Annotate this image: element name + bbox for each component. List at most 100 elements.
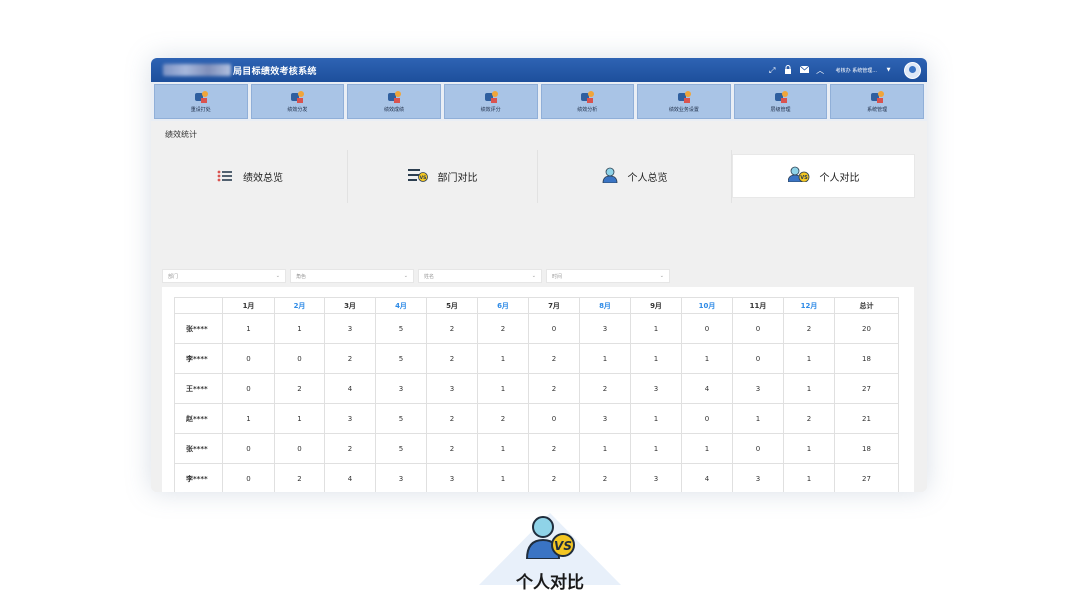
menu-item-scoring[interactable]: 绩效评分 <box>443 84 538 119</box>
mail-icon[interactable] <box>799 65 809 75</box>
tab-department-compare[interactable]: VS 部门对比 <box>348 150 538 203</box>
menu-item-label: 绩效分发 <box>287 106 308 113</box>
column-header: 11月 <box>732 297 784 314</box>
table-body: 张**** 1 1 3 5 2 2 0 3 1 0 0 2 20 李**** 0 0 2 5 2 1 2 1 1 1 0 1 18 王*… <box>174 313 899 492</box>
table-cell: 2 <box>528 343 580 374</box>
table-cell: 4 <box>681 463 733 492</box>
tab-label: 个人总览 <box>627 173 668 184</box>
person-name-cell: 王**** <box>174 373 223 404</box>
tab-personal-compare[interactable]: VS 个人对比 <box>732 154 915 198</box>
table-cell: 4 <box>324 373 376 404</box>
table-cell: 2 <box>324 343 376 374</box>
menu-item-label: 系统管理 <box>867 106 888 113</box>
caret-down-icon[interactable]: ▼ <box>884 66 893 75</box>
table-cell: 4 <box>324 463 376 492</box>
column-header: 6月 <box>477 297 529 314</box>
feature-caption: VS 个人对比 <box>479 513 621 593</box>
menu-item-label: 绩效评分 <box>480 106 501 113</box>
column-header: 8月 <box>579 297 631 314</box>
table-cell: 5 <box>375 433 427 464</box>
list-icon <box>217 167 233 186</box>
app-title: 局目标绩效考核系统 <box>233 66 317 77</box>
table-cell: 20 <box>834 313 899 344</box>
tab-label: 部门对比 <box>437 173 478 184</box>
table-cell: 2 <box>426 313 478 344</box>
table-cell: 1 <box>222 313 275 344</box>
table-cell: 0 <box>732 313 784 344</box>
business-settings-icon <box>677 90 691 103</box>
menu-item-goal-setting[interactable]: 重设打处 <box>154 84 248 119</box>
menu-item-label: 绩效分析 <box>577 106 598 113</box>
menu-item-system[interactable]: 系统管理 <box>830 84 924 119</box>
lock-icon[interactable] <box>784 64 793 76</box>
table-cell: 3 <box>732 463 784 492</box>
grades-icon <box>387 90 402 103</box>
table-row: 李**** 0 0 2 5 2 1 2 1 1 1 0 1 18 <box>174 343 899 374</box>
table-cell: 3 <box>324 313 376 344</box>
table-cell: 1 <box>477 463 529 492</box>
column-header: 9月 <box>630 297 682 314</box>
menu-item-distribution[interactable]: 绩效分发 <box>250 84 345 119</box>
table-cell: 3 <box>426 373 478 404</box>
department-select[interactable]: 部门 ⌄ <box>162 269 286 283</box>
column-header: 总计 <box>834 297 899 314</box>
svg-text:VS: VS <box>800 175 808 181</box>
column-header: 2月 <box>274 297 325 314</box>
role-select[interactable]: 角色 ⌄ <box>290 269 414 283</box>
filter-bar: 部门 ⌄ 角色 ⌄ 姓名 ⌄ 时间 ⌄ <box>162 269 670 283</box>
table-cell: 1 <box>681 343 733 374</box>
results-panel: 1月 2月 3月 4月 5月 6月 7月 8月 9月 10月 11月 12月 总计 张**** 1 1 3 5 2… <box>162 287 914 492</box>
table-cell: 2 <box>426 403 478 434</box>
table-cell: 3 <box>732 373 784 404</box>
avatar[interactable] <box>904 61 921 79</box>
scoring-icon <box>484 90 498 103</box>
time-select[interactable]: 时间 ⌄ <box>546 269 670 283</box>
menu-item-business-settings[interactable]: 绩效业务设置 <box>637 84 731 119</box>
table-cell: 2 <box>783 313 835 344</box>
table-cell: 0 <box>681 313 733 344</box>
table-cell: 1 <box>477 433 529 464</box>
table-cell: 3 <box>630 463 682 492</box>
tab-personal-overview[interactable]: 个人总览 <box>538 150 732 203</box>
current-user[interactable]: 考核办 系统管理... <box>836 67 877 74</box>
svg-text:VS: VS <box>554 539 572 553</box>
menu-item-label: 绩效成绩 <box>384 106 405 113</box>
table-cell: 27 <box>834 373 899 404</box>
table-row: 张**** 1 1 3 5 2 2 0 3 1 0 0 2 20 <box>174 313 899 344</box>
title-bar: 局目标绩效考核系统 ⤢ ︿ 考核办 系统管理... ▼ <box>151 58 927 82</box>
table-cell: 18 <box>834 433 899 464</box>
person-icon <box>602 167 618 187</box>
menu-item-grades[interactable]: 绩效成绩 <box>347 84 441 119</box>
fullscreen-icon[interactable]: ⤢ <box>768 66 777 75</box>
analysis-icon <box>580 90 595 103</box>
table-cell: 3 <box>579 403 631 434</box>
table-cell: 2 <box>426 433 478 464</box>
person-name-cell: 赵**** <box>174 403 223 434</box>
table-cell: 4 <box>681 373 733 404</box>
stage: 局目标绩效考核系统 ⤢ ︿ 考核办 系统管理... ▼ 重设打处 绩效分发 绩效… <box>0 0 1067 600</box>
table-cell: 2 <box>579 463 631 492</box>
menu-item-label: 层级管理 <box>770 106 791 113</box>
table-cell: 1 <box>783 343 835 374</box>
table-cell: 0 <box>222 343 275 374</box>
table-cell: 3 <box>426 463 478 492</box>
menu-item-label: 绩效业务设置 <box>668 106 699 113</box>
table-cell: 2 <box>579 373 631 404</box>
title-bar-actions: ⤢ ︿ 考核办 系统管理... ▼ <box>768 61 921 79</box>
svg-text:VS: VS <box>419 175 426 181</box>
table-cell: 1 <box>630 343 682 374</box>
caption-label: 个人对比 <box>516 573 584 593</box>
chevron-up-icon[interactable]: ︿ <box>816 66 825 75</box>
tab-bar: 绩效总览 VS 部门对比 个人总览 VS 个人对比 <box>153 150 915 203</box>
name-select[interactable]: 姓名 ⌄ <box>418 269 542 283</box>
app-window: 局目标绩效考核系统 ⤢ ︿ 考核办 系统管理... ▼ 重设打处 绩效分发 绩效… <box>151 58 927 492</box>
table-cell: 0 <box>222 433 275 464</box>
table-cell: 2 <box>477 403 529 434</box>
menu-item-analysis[interactable]: 绩效分析 <box>540 84 635 119</box>
person-name-cell: 李**** <box>174 463 223 492</box>
filter-placeholder: 姓名 <box>424 273 435 280</box>
table-cell: 0 <box>732 433 784 464</box>
menu-item-hierarchy[interactable]: 层级管理 <box>733 84 828 119</box>
tab-overview[interactable]: 绩效总览 <box>153 150 348 203</box>
tab-label: 绩效总览 <box>243 173 283 184</box>
